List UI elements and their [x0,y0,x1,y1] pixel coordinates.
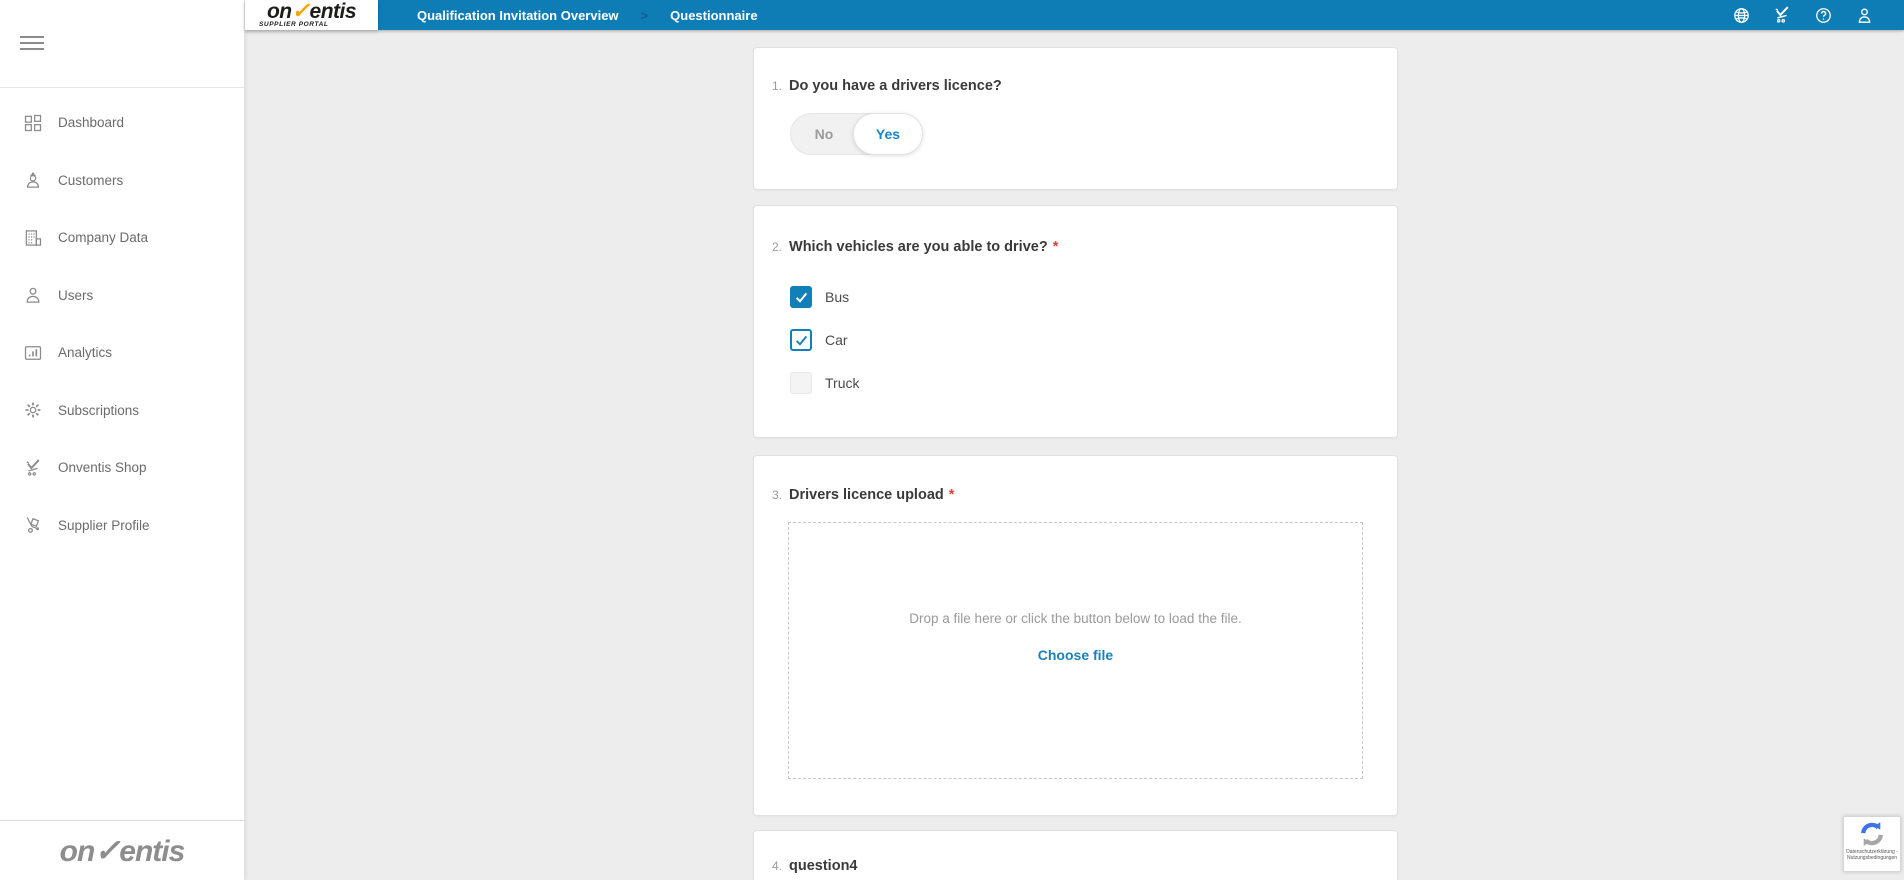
footer-logo: on✓entis [0,833,244,869]
sidebar-item-label: Analytics [58,345,113,361]
sidebar-divider [0,87,244,88]
footer-logo-text: entis [119,835,185,868]
sidebar-item-label: Company Data [58,230,149,246]
dashboard-icon [22,112,44,134]
questionnaire: 1. Do you have a drivers licence? No Yes… [753,47,1398,880]
hamburger-icon[interactable] [20,36,44,50]
checkbox-checked-outline-icon[interactable] [790,329,812,351]
checkbox-checked-icon[interactable] [790,286,812,308]
question-text: Do you have a drivers licence? [789,78,1002,94]
question-text: Drivers licence upload [789,487,944,503]
question-card-1: 1. Do you have a drivers licence? No Yes [753,47,1398,190]
sidebar-item-label: Users [58,287,94,303]
sidebar-item-subscriptions[interactable]: Subscriptions [0,382,244,440]
sidebar-item-label: Customers [58,172,124,188]
choose-file-button[interactable]: Choose file [789,647,1362,663]
breadcrumb: Qualification Invitation Overview > Ques… [417,8,758,23]
sidebar-item-supplier-profile[interactable]: Supplier Profile [0,497,244,555]
logo-checkmark: ✓ [291,0,310,23]
globe-icon[interactable] [1731,5,1751,25]
user-icon[interactable] [1854,5,1874,25]
question-card-4: 4. question4 [753,830,1398,880]
cart-check-icon[interactable] [1772,5,1792,25]
yes-no-toggle[interactable]: No Yes [790,113,923,155]
topbar-icons [1731,5,1874,25]
question-text: question4 [789,858,858,874]
customers-icon [22,169,44,191]
sidebar-item-label: Supplier Profile [58,517,150,533]
sidebar-item-customers[interactable]: Customers [0,152,244,210]
logo-text: on [266,0,292,23]
sidebar-nav: Dashboard Customers Company Data Users A… [0,94,244,554]
recaptcha-terms[interactable]: Datenschutzerklärung - Nutzungsbedingung… [1846,849,1898,861]
breadcrumb-item-questionnaire[interactable]: Questionnaire [670,8,757,23]
sidebar-footer-divider [0,820,244,821]
checkbox-row-bus[interactable]: Bus [790,286,849,308]
sidebar-item-company-data[interactable]: Company Data [0,209,244,267]
checkbox-label[interactable]: Car [825,332,848,348]
help-icon[interactable] [1813,5,1833,25]
analytics-icon [22,342,44,364]
recaptcha-badge[interactable]: Datenschutzerklärung - Nutzungsbedingung… [1843,816,1901,872]
sidebar: Dashboard Customers Company Data Users A… [0,0,245,880]
logo-checkmark: ✓ [94,833,120,868]
question-number: 4. [772,859,783,873]
checkbox-label[interactable]: Bus [825,289,849,305]
company-data-icon [22,227,44,249]
question-card-3: 3. Drivers licence upload * Drop a file … [753,455,1398,816]
gear-icon [22,399,44,421]
footer-logo-text: on [59,835,96,868]
toggle-option-yes-selected[interactable]: Yes [853,113,923,155]
question-number: 2. [772,240,783,254]
sidebar-item-label: Onventis Shop [58,460,147,476]
checkbox-row-car[interactable]: Car [790,329,848,351]
question-number: 1. [772,79,783,93]
question-card-2: 2. Which vehicles are you able to drive?… [753,205,1398,438]
cart-check-icon [22,457,44,479]
logo-wordmark: on✓entis [266,0,357,23]
sidebar-item-users[interactable]: Users [0,267,244,325]
breadcrumb-item-qualification-invitation-overview[interactable]: Qualification Invitation Overview [417,8,619,23]
app-logo[interactable]: on✓entis SUPPLIER PORTAL [245,0,378,30]
logo-text: entis [309,0,357,23]
checkbox-unchecked-icon[interactable] [790,372,812,394]
logo-subtitle: SUPPLIER PORTAL [259,21,329,28]
sidebar-item-label: Dashboard [58,115,125,131]
sidebar-item-onventis-shop[interactable]: Onventis Shop [0,439,244,497]
sidebar-item-dashboard[interactable]: Dashboard [0,94,244,152]
top-bar: Qualification Invitation Overview > Ques… [378,0,1904,30]
checkbox-row-truck[interactable]: Truck [790,372,859,394]
question-number: 3. [772,488,783,502]
question-text: Which vehicles are you able to drive? [789,239,1048,255]
recaptcha-icon [1861,822,1883,846]
file-drop-zone[interactable]: Drop a file here or click the button bel… [788,522,1363,779]
chevron-right-icon: > [640,7,649,23]
users-icon [22,284,44,306]
checkbox-label[interactable]: Truck [825,375,859,391]
hand-truck-icon [22,514,44,536]
required-asterisk: * [1052,239,1059,255]
sidebar-item-analytics[interactable]: Analytics [0,324,244,382]
required-asterisk: * [948,487,955,503]
drop-zone-hint: Drop a file here or click the button bel… [909,611,1242,626]
toggle-option-no[interactable]: No [791,114,857,154]
sidebar-item-label: Subscriptions [58,402,140,418]
